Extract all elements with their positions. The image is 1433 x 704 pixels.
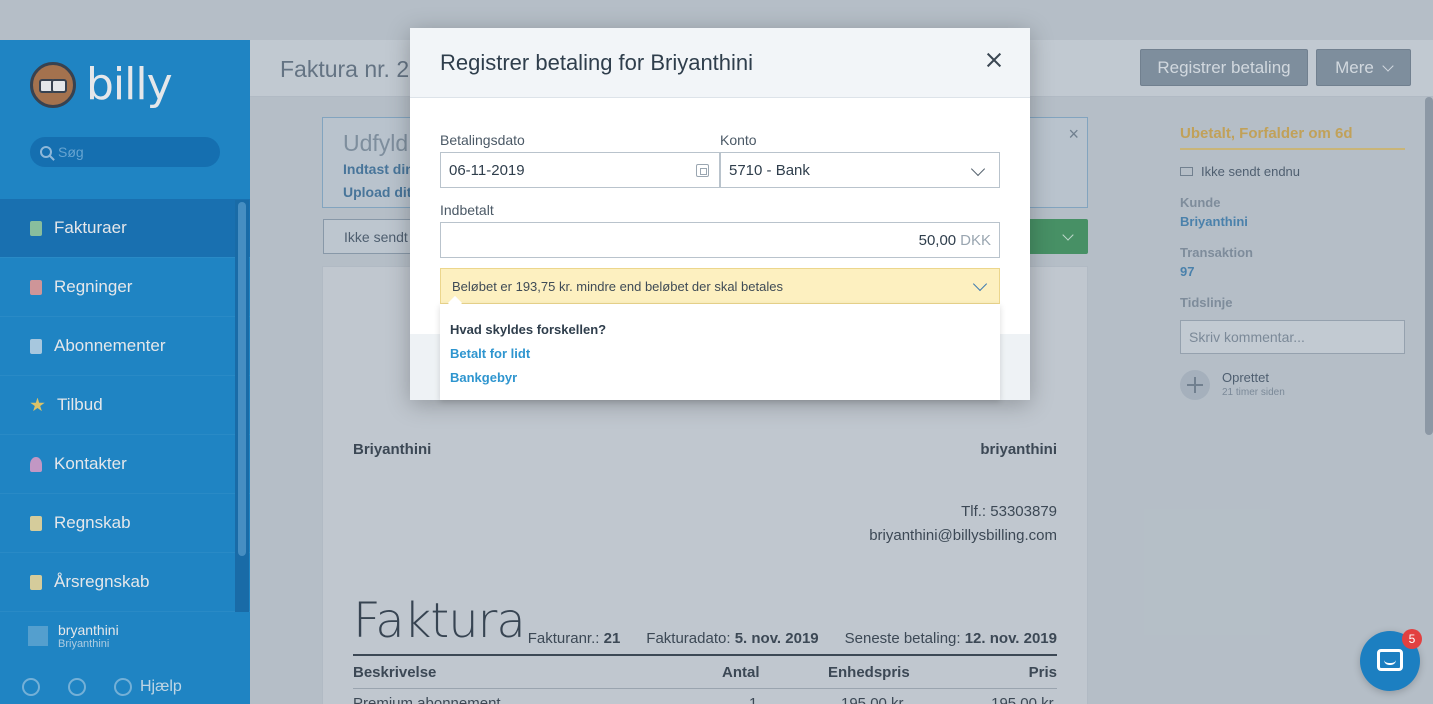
dropdown-title: Hvad skyldes forskellen? <box>450 322 607 337</box>
chat-icon <box>1377 649 1403 671</box>
option-bank-fee[interactable]: Bankgebyr <box>450 370 517 385</box>
account-value: 5710 - Bank <box>729 161 810 179</box>
close-icon[interactable] <box>986 52 1002 68</box>
paid-label: Indbetalt <box>440 202 494 218</box>
date-value: 06-11-2019 <box>449 161 525 179</box>
warning-text: Beløbet er 193,75 kr. mindre end beløbet… <box>452 278 783 294</box>
chevron-down-icon <box>972 276 988 292</box>
date-field[interactable]: 06-11-2019 <box>440 152 720 188</box>
amount-field[interactable]: 50,00 DKK <box>440 222 1000 258</box>
modal-header: Registrer betaling for Briyanthini <box>410 28 1030 98</box>
date-label: Betalingsdato <box>440 132 525 148</box>
account-label: Konto <box>720 132 757 148</box>
calendar-icon[interactable] <box>696 164 709 177</box>
difference-dropdown: Hvad skyldes forskellen? Betalt for lidt… <box>440 304 1000 400</box>
option-underpaid[interactable]: Betalt for lidt <box>450 346 530 361</box>
chevron-down-icon <box>970 161 986 177</box>
account-select[interactable]: 5710 - Bank <box>720 152 1000 188</box>
chat-badge: 5 <box>1402 629 1422 649</box>
currency-label: DKK <box>960 231 991 249</box>
amount-value: 50,00 <box>918 231 957 249</box>
difference-warning[interactable]: Beløbet er 193,75 kr. mindre end beløbet… <box>440 268 1000 304</box>
modal-title: Registrer betaling for Briyanthini <box>440 49 754 75</box>
